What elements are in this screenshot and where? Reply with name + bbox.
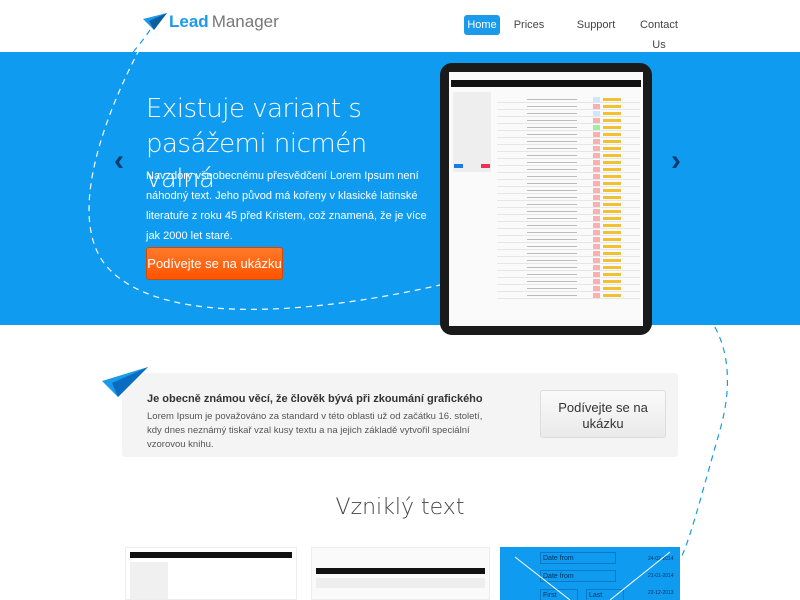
- table-row: [497, 131, 640, 138]
- table-row: [497, 173, 640, 180]
- table-row: [497, 124, 640, 131]
- table-row: [497, 215, 640, 222]
- table-row: [497, 229, 640, 236]
- table-row: [497, 103, 640, 110]
- nav-support[interactable]: Support: [575, 15, 617, 35]
- table-row: [497, 285, 640, 292]
- demo-button[interactable]: Podívejte se na ukázku: [146, 247, 283, 280]
- table-row: [497, 117, 640, 124]
- table-row: [497, 166, 640, 173]
- table-row: [497, 152, 640, 159]
- callout-box: Je obecně známou věcí, že člověk bývá př…: [102, 367, 678, 457]
- chevron-right-icon[interactable]: ›: [671, 144, 681, 178]
- thumbnail-leads[interactable]: [125, 547, 297, 600]
- chevron-left-icon[interactable]: ‹: [114, 144, 124, 178]
- table-row: [497, 138, 640, 145]
- table-row: [497, 159, 640, 166]
- table-row: [497, 110, 640, 117]
- callout-text: Lorem Ipsum je považováno za standard v …: [147, 411, 483, 450]
- table-row: [497, 257, 640, 264]
- table-row: [497, 222, 640, 229]
- table-row: [497, 201, 640, 208]
- section-title: Vzniklý text: [335, 495, 465, 520]
- callout-title: Je obecně známou věcí, že člověk bývá př…: [147, 393, 483, 405]
- app-screenshot: [449, 72, 643, 326]
- table-row: [497, 145, 640, 152]
- table-row: [497, 187, 640, 194]
- table-row: [497, 292, 640, 299]
- nav-contact-us[interactable]: Contact Us: [633, 15, 685, 51]
- hero-text: Navzdory všeobecnému přesvědčení Lorem I…: [146, 170, 427, 242]
- thumbnail-form[interactable]: Date from Date from First name Last name…: [500, 547, 680, 600]
- table-row: [497, 96, 640, 103]
- hero-slider: Existuje variant s pasážemi nicmén valná…: [0, 52, 800, 325]
- table-row: [497, 180, 640, 187]
- paper-plane-icon: [143, 13, 167, 30]
- table-row: [497, 271, 640, 278]
- logo[interactable]: Lead Manager: [143, 12, 279, 32]
- table-row: [497, 208, 640, 215]
- callout-demo-button[interactable]: Podívejte se na ukázku: [540, 390, 666, 438]
- table-row: [497, 194, 640, 201]
- table-row: [497, 264, 640, 271]
- nav-prices[interactable]: Prices: [510, 15, 548, 35]
- tablet-mockup: [440, 63, 652, 335]
- table-row: [497, 278, 640, 285]
- nav-home[interactable]: Home: [464, 15, 500, 35]
- table-row: [497, 250, 640, 257]
- paper-plane-icon: [102, 367, 148, 397]
- table-row: [497, 243, 640, 250]
- table-row: [497, 236, 640, 243]
- thumbnail-statistics[interactable]: [311, 547, 490, 600]
